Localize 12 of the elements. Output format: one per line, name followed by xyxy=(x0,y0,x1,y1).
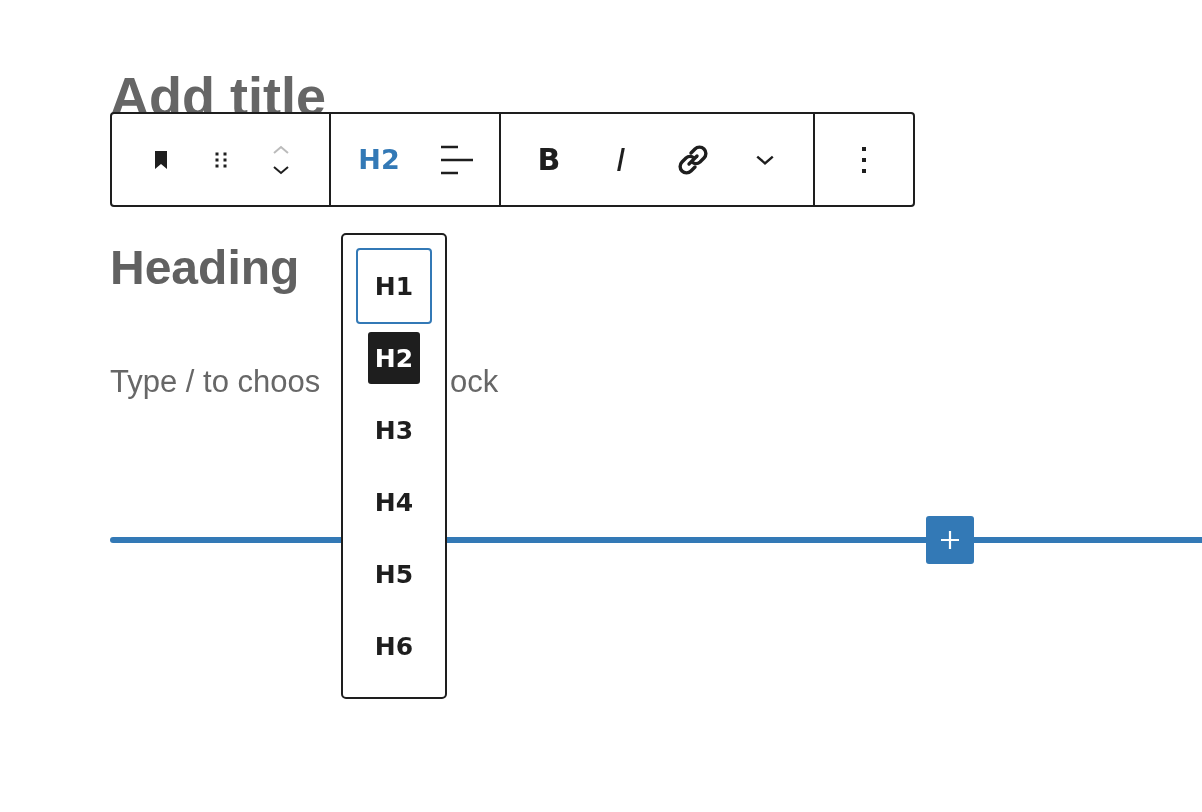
heading-level-option[interactable]: H1 xyxy=(356,248,432,324)
add-block-button[interactable] xyxy=(926,516,974,564)
link-icon xyxy=(676,142,710,177)
paragraph-field[interactable]: Type / to choos xyxy=(110,362,340,402)
chevron-down-icon xyxy=(756,154,774,165)
italic-button[interactable]: I xyxy=(597,135,645,184)
paragraph-field[interactable]: ock xyxy=(450,362,499,402)
heading-level-button[interactable]: H2 xyxy=(349,135,409,184)
bold-button[interactable]: B xyxy=(525,135,573,184)
vertical-dots-icon xyxy=(861,144,867,175)
plus-icon xyxy=(938,528,962,552)
heading-text[interactable]: Heading xyxy=(110,240,300,296)
